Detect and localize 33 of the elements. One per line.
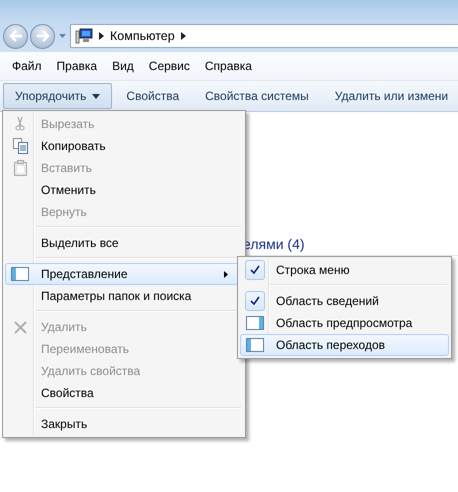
back-arrow-icon (8, 30, 22, 42)
forward-arrow-icon (36, 30, 50, 42)
toolbar-button[interactable]: Свойства системы (193, 83, 321, 109)
copy-icon (12, 138, 28, 154)
clipboard-icon (14, 160, 26, 176)
menu-bar-item[interactable]: Файл (12, 59, 42, 73)
address-field[interactable]: Компьютер (70, 24, 458, 48)
menu-bar-item[interactable]: Сервис (148, 59, 190, 73)
menu-item[interactable]: Закрыть (5, 413, 243, 435)
menu-bar-item[interactable]: Правка (56, 59, 98, 73)
menu-item[interactable]: Копировать (5, 135, 243, 157)
menu-item[interactable]: Выделить все (5, 232, 243, 254)
scissors-icon (15, 117, 25, 131)
computer-icon (75, 28, 93, 44)
menu-item[interactable]: Область предпросмотра (240, 312, 449, 334)
breadcrumb-arrow-icon[interactable] (99, 32, 104, 40)
back-button[interactable] (3, 24, 28, 48)
toolbar-button[interactable]: Удалить или измени (322, 83, 458, 109)
menu-item[interactable]: Область переходов (240, 334, 449, 356)
menu-item[interactable]: Область сведений (240, 290, 449, 312)
menu-bar-item[interactable]: Справка (204, 59, 252, 73)
menu-item[interactable]: Строка меню (240, 259, 449, 281)
dropdown-arrow-icon[interactable] (59, 34, 66, 38)
toolbar-button[interactable]: Упорядочить (3, 83, 112, 109)
menu-item[interactable]: Отменить (5, 179, 243, 201)
menu-item[interactable]: Свойства (5, 382, 243, 404)
toolbar-button[interactable]: Свойства (114, 83, 192, 109)
breadcrumb-item[interactable]: Компьютер (110, 29, 175, 43)
forward-button[interactable] (30, 24, 55, 48)
breadcrumb-arrow-icon[interactable] (180, 32, 186, 40)
delete-icon (14, 320, 26, 334)
menu-bar-item[interactable]: Вид (112, 59, 134, 73)
pane-icon (11, 267, 29, 281)
